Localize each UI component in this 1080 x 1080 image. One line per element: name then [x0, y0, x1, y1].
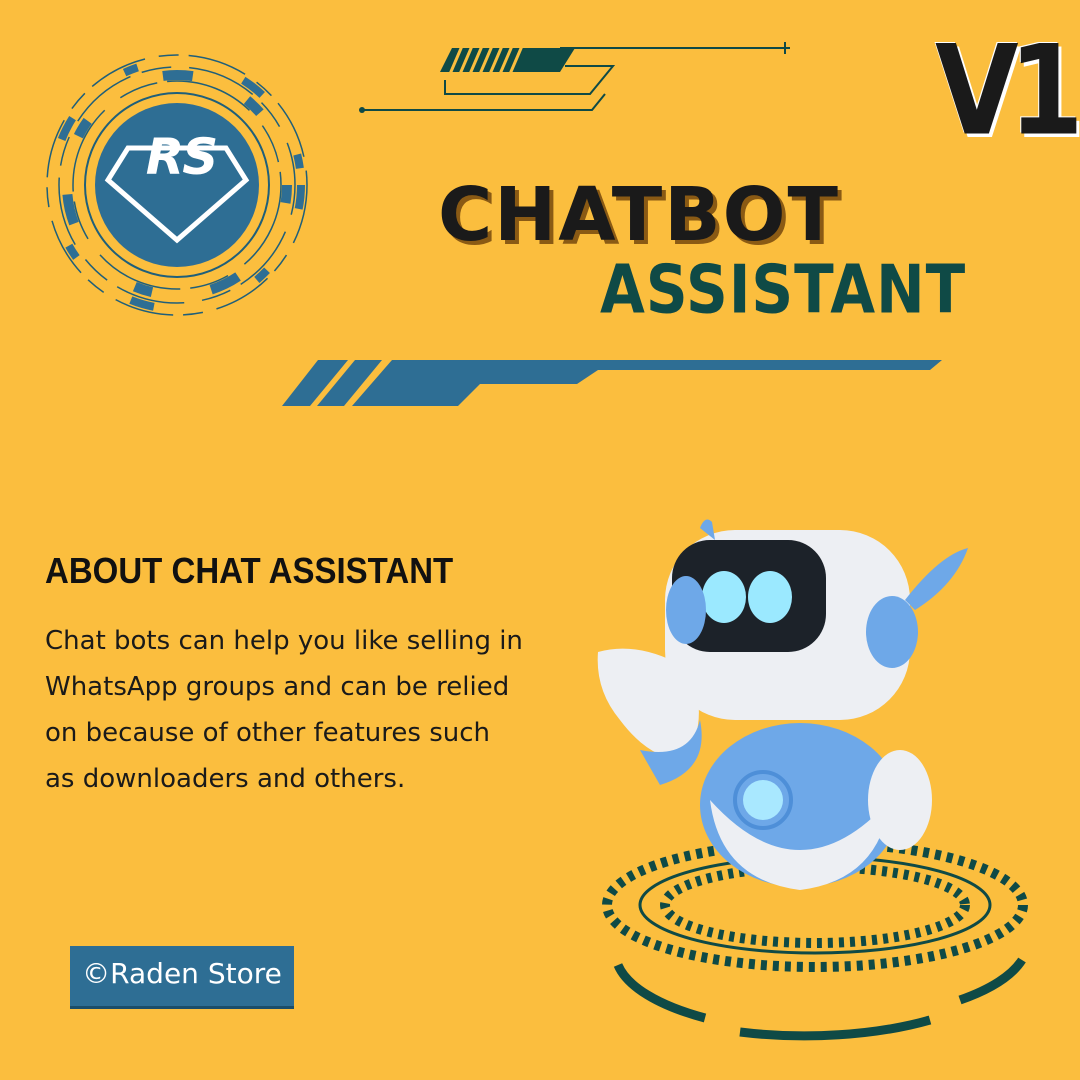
robot-illustration [597, 519, 968, 890]
version-label: V1 [935, 19, 1080, 164]
about-text: Chat bots can help you like selling in W… [45, 626, 523, 794]
logo-monogram: RS [145, 128, 219, 186]
about-heading: ABOUT CHAT ASSISTANT [45, 550, 454, 591]
copyright-badge: ©Raden Store [70, 946, 294, 1006]
title-underline-bar [282, 360, 942, 406]
top-hud-lines [359, 42, 790, 113]
page-subtitle: ASSISTANT [600, 250, 967, 329]
page-title: CHATBOT [438, 172, 841, 258]
poster: RS V1 CHATBOT ASSISTANT ABOUT CHAT ASSIS… [0, 0, 1080, 1080]
